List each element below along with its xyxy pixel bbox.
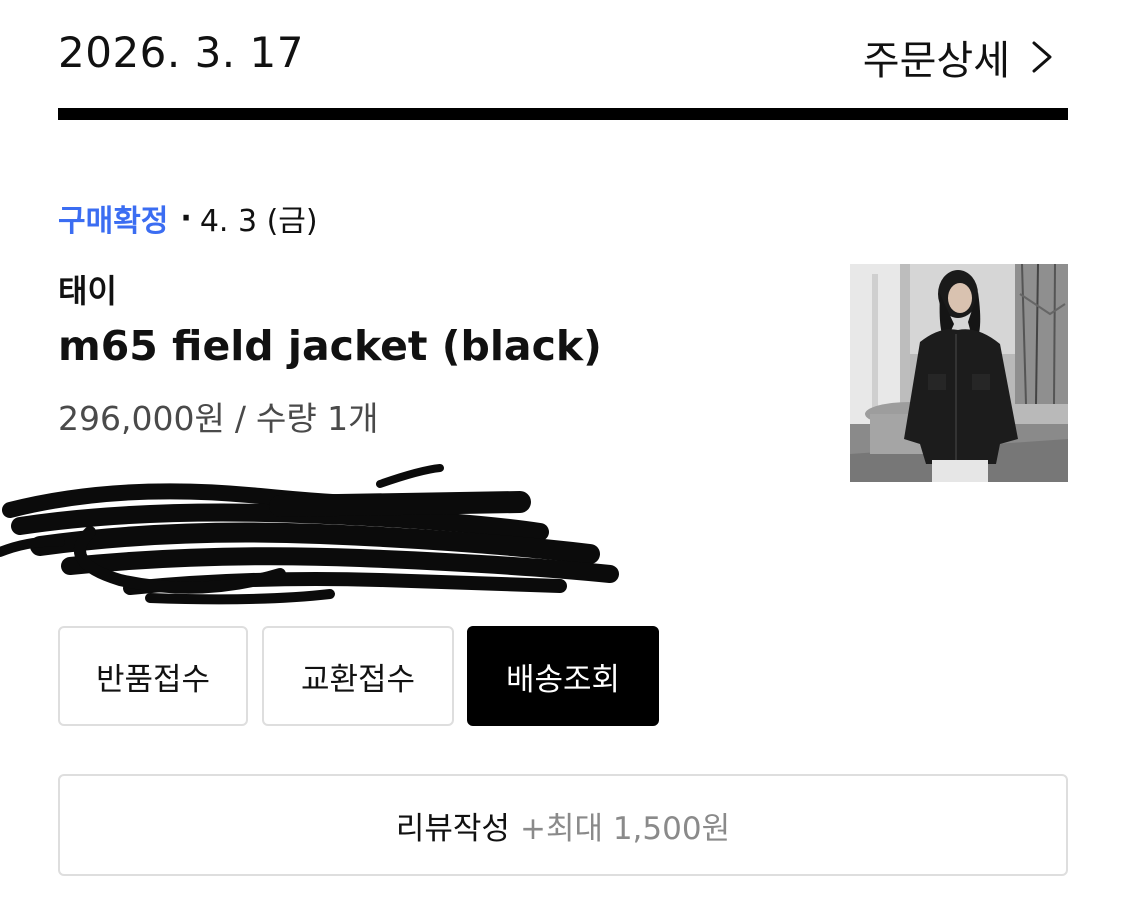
review-reward: +최대 1,500원 [519, 810, 731, 847]
redaction-scribble [0, 464, 619, 605]
header-divider [58, 108, 1068, 120]
order-card: 2026. 3. 17 주문상세 구매확정 · 4. 3 (금) 태이 m65 … [0, 0, 1068, 907]
product-quantity: 수량 1개 [255, 399, 379, 438]
product-thumbnail[interactable] [850, 264, 1068, 482]
order-detail-link[interactable]: 주문상세 [863, 28, 1056, 86]
review-label: 리뷰작성 [395, 810, 510, 847]
order-date: 2026. 3. 17 [58, 28, 304, 77]
tracking-button[interactable]: 배송조회 [467, 626, 659, 726]
status-separator: · [180, 200, 192, 236]
return-button[interactable]: 반품접수 [58, 626, 248, 726]
price-quantity: 296,000원 / 수량 1개 [58, 392, 379, 440]
chevron-right-icon [1032, 41, 1052, 73]
brand-name[interactable]: 태이 [58, 266, 117, 312]
price-separator: / [234, 399, 246, 438]
order-header: 2026. 3. 17 주문상세 [58, 22, 1068, 86]
product-price: 296,000원 [58, 399, 225, 438]
product-photo [850, 264, 1068, 482]
exchange-button[interactable]: 교환접수 [262, 626, 454, 726]
order-status: 구매확정 [58, 204, 169, 239]
product-name[interactable]: m65 field jacket (black) [58, 322, 602, 370]
write-review-button[interactable]: 리뷰작성 +최대 1,500원 [58, 774, 1068, 876]
order-status-line: 구매확정 · 4. 3 (금) [58, 196, 318, 240]
status-date: 4. 3 (금) [199, 204, 318, 239]
order-detail-label: 주문상세 [862, 38, 1010, 84]
